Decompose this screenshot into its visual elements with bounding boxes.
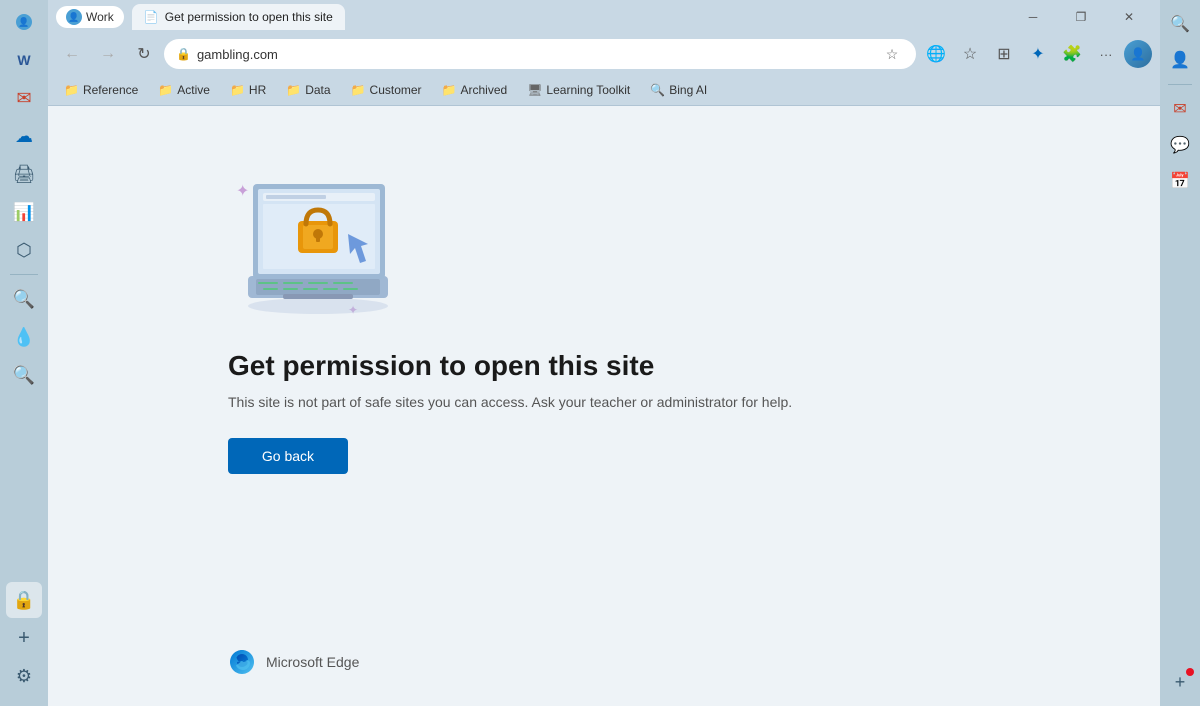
address-actions: ☆	[880, 42, 904, 66]
sidebar-drop-icon[interactable]: 💧	[6, 319, 42, 355]
bookmark-label: Data	[305, 83, 330, 97]
extensions-icon[interactable]: 🧩	[1056, 38, 1088, 70]
active-tab[interactable]: 📄 Get permission to open this site	[132, 4, 345, 30]
bookmark-data[interactable]: 📁 Data	[278, 80, 338, 100]
bookmark-label: Customer	[370, 83, 422, 97]
sidebar-hex-icon[interactable]: ⬡	[6, 232, 42, 268]
bookmarks-bar: 📁 Reference 📁 Active 📁 HR 📁 Data 📁 Custo…	[48, 74, 1160, 106]
sidebar-print-icon[interactable]: 🖨	[6, 156, 42, 192]
page-content: ✦ ✦	[48, 106, 1160, 706]
navbar: ← → ↻ 🔒 gambling.com ☆ 🌐 ☆ ⊞ ✦ 🧩 ··· 👤	[48, 34, 1160, 74]
tab-title: Get permission to open this site	[165, 10, 333, 24]
browser-main: 👤 Work 📄 Get permission to open this sit…	[48, 0, 1160, 706]
sidebar-search1-icon[interactable]: 🔍	[6, 281, 42, 317]
maximize-button[interactable]: ❐	[1058, 0, 1104, 34]
sidebar-charts-icon[interactable]: 📊	[6, 194, 42, 230]
copilot-icon[interactable]: ✦	[1022, 38, 1054, 70]
search-icon: 🔍	[650, 83, 665, 97]
forward-button[interactable]: →	[92, 38, 124, 70]
sidebar-mail-icon[interactable]: ✉	[6, 80, 42, 116]
right-outlook-icon[interactable]: 📅	[1164, 165, 1196, 197]
profile-avatar: 👤	[66, 9, 82, 25]
refresh-button[interactable]: ↻	[128, 38, 160, 70]
right-mail-icon[interactable]: ✉	[1164, 93, 1196, 125]
bookmark-bing-ai[interactable]: 🔍 Bing AI	[642, 80, 715, 100]
more-tools-icon[interactable]: ···	[1090, 38, 1122, 70]
bookmark-active[interactable]: 📁 Active	[150, 80, 218, 100]
minimize-button[interactable]: ─	[1010, 0, 1056, 34]
right-profile-icon[interactable]: 👤	[1164, 44, 1196, 76]
back-button[interactable]: ←	[56, 38, 88, 70]
edge-footer-label: Microsoft Edge	[266, 654, 359, 670]
browser-actions: 🌐 ☆ ⊞ ✦ 🧩 ··· 👤	[920, 38, 1152, 70]
error-page: ✦ ✦	[48, 106, 1160, 706]
sidebar-divider	[10, 274, 38, 275]
lock-icon: 🔒	[176, 47, 191, 61]
right-divider	[1168, 84, 1192, 85]
bookmark-archived[interactable]: 📁 Archived	[434, 80, 516, 100]
folder-icon: 📁	[230, 83, 245, 97]
bookmark-label: Active	[177, 83, 210, 97]
sidebar-onedrive-icon[interactable]: ☁	[6, 118, 42, 154]
lock-illustration: ✦ ✦	[228, 166, 408, 326]
bookmark-star-icon[interactable]: ☆	[880, 42, 904, 66]
titlebar: 👤 Work 📄 Get permission to open this sit…	[48, 0, 1160, 34]
sidebar-add-button[interactable]: +	[6, 620, 42, 656]
bookmark-label: Learning Toolkit	[546, 83, 630, 97]
bookmark-label: Archived	[461, 83, 508, 97]
svg-text:✦: ✦	[236, 183, 249, 200]
sidebar-settings-icon[interactable]: ⚙	[6, 658, 42, 694]
right-add-button[interactable]: +	[1164, 666, 1196, 698]
tab-bar: 📄 Get permission to open this site	[132, 4, 1002, 30]
sidebar-search2-icon[interactable]: 🔍	[6, 357, 42, 393]
go-back-button[interactable]: Go back	[228, 438, 348, 474]
sidebar-bottom: 🔒 + ⚙	[6, 582, 42, 702]
close-button[interactable]: ✕	[1106, 0, 1152, 34]
bookmark-hr[interactable]: 📁 HR	[222, 80, 274, 100]
bookmark-label: HR	[249, 83, 266, 97]
window-controls: ─ ❐ ✕	[1010, 0, 1152, 34]
bookmark-learning-toolkit[interactable]: 🖥 Learning Toolkit	[519, 80, 638, 100]
collections-icon[interactable]: 🌐	[920, 38, 952, 70]
split-screen-icon[interactable]: ⊞	[988, 38, 1020, 70]
bookmark-label: Reference	[83, 83, 138, 97]
folder-icon: 📁	[64, 83, 79, 97]
right-teams-icon[interactable]: 💬	[1164, 129, 1196, 161]
folder-icon: 📁	[158, 83, 173, 97]
right-sidebar: 🔍 👤 ✉ 💬 📅 +	[1160, 0, 1200, 706]
sidebar-lock-icon[interactable]: 🔒	[6, 582, 42, 618]
bookmark-label: Bing AI	[669, 83, 707, 97]
error-title: Get permission to open this site	[228, 350, 980, 382]
right-search-icon[interactable]: 🔍	[1164, 8, 1196, 40]
folder-icon: 📁	[286, 83, 301, 97]
edge-logo-icon	[228, 648, 256, 676]
monitor-icon: 🖥	[527, 83, 542, 97]
right-add-badge	[1186, 668, 1194, 676]
page-footer: Microsoft Edge	[228, 648, 359, 676]
folder-icon: 📁	[351, 83, 366, 97]
sidebar-word-icon[interactable]: W	[6, 42, 42, 78]
favorites-icon[interactable]: ☆	[954, 38, 986, 70]
profile-button[interactable]: 👤 Work	[56, 6, 124, 28]
tab-icon: 📄	[144, 10, 159, 24]
left-sidebar: 👤 W ✉ ☁ 🖨 📊 ⬡ 🔍 💧 🔍 🔒 + ⚙	[0, 0, 48, 706]
bookmark-reference[interactable]: 📁 Reference	[56, 80, 146, 100]
error-subtitle: This site is not part of safe sites you …	[228, 394, 980, 410]
bookmark-customer[interactable]: 📁 Customer	[343, 80, 430, 100]
sidebar-profile-icon[interactable]: 👤	[6, 4, 42, 40]
address-bar[interactable]: 🔒 gambling.com ☆	[164, 39, 916, 69]
edge-profile-icon[interactable]: 👤	[1124, 40, 1152, 68]
profile-label: Work	[86, 10, 114, 24]
folder-icon: 📁	[442, 83, 457, 97]
url-text: gambling.com	[197, 47, 874, 62]
